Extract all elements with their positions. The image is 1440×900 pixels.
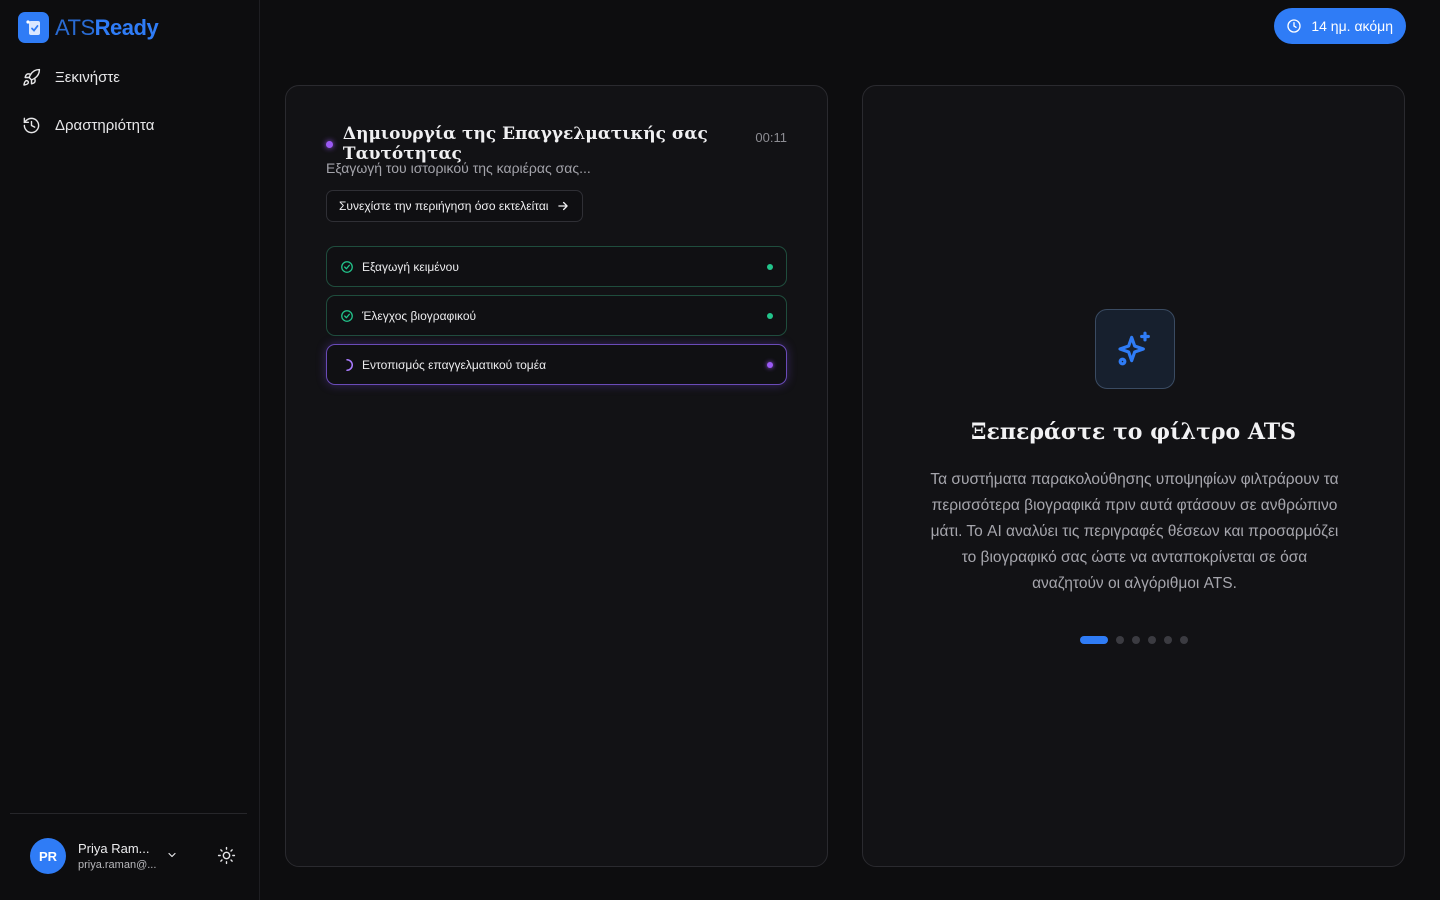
sidebar-divider [10,813,247,814]
pager-dot[interactable] [1115,636,1124,644]
processing-card: Δημιουργία της Επαγγελματικής σας Ταυτότ… [285,85,828,867]
pager-dot[interactable] [1147,636,1156,644]
pager-dot[interactable] [1179,636,1188,644]
carousel-pager [863,636,1404,644]
sidebar: ATSReady Ξεκινήστε Δραστηριότητα PR Priy… [0,0,260,900]
user-name: Priya Ram... [78,841,150,856]
feature-icon-box [1095,309,1175,389]
task-subtitle: Εξαγωγή του ιστορικού της καριέρας σας..… [326,160,591,176]
task-title: Δημιουργία της Επαγγελματικής σας Ταυτότ… [342,124,708,164]
brand-logo[interactable]: ATSReady [18,12,159,43]
feature-card: Ξεπεράστε το φίλτρο ATS Τα συστήματα παρ… [862,85,1405,867]
step-status-dot [767,263,773,270]
rocket-icon [23,68,41,86]
step-label: Εξαγωγή κειμένου [362,259,459,274]
feature-title: Ξεπεράστε το φίλτρο ATS [971,419,1296,445]
feature-description: Τα συστήματα παρακολούθησης υποψηφίων φι… [930,471,1339,592]
elapsed-timer: 00:11 [755,130,787,145]
spinner-icon [346,358,353,371]
step-extract-text: Εξαγωγή κειμένου [326,246,787,287]
pager-dot[interactable] [1131,636,1140,644]
user-email: priya.raman@... [78,859,157,871]
sidebar-item-label: Δραστηριότητα [55,117,155,134]
check-circle-icon [341,309,353,322]
step-label: Εντοπισμός επαγγελματικού τομέα [362,357,547,372]
user-menu[interactable]: PR Priya Ram... priya.raman@... [30,838,158,874]
step-status-dot [767,361,773,368]
check-circle-icon [341,260,353,273]
avatar: PR [30,838,66,874]
task-header: Δημιουργία της Επαγγελματικής σας Ταυτότ… [326,124,827,164]
step-status-dot [767,312,773,319]
clock-icon [1287,19,1302,33]
history-icon [23,117,40,134]
chevron-down-icon[interactable] [166,849,178,861]
continue-browsing-button[interactable]: Συνεχίστε την περιήγηση όσο εκτελείται [326,190,584,222]
brand-name: ATSReady [55,14,159,40]
continue-label: Συνεχίστε την περιήγηση όσο εκτελείται [339,199,549,213]
logo-icon [18,12,49,43]
trial-label: 14 ημ. ακόμη [1311,18,1393,34]
sidebar-item-label: Ξεκινήστε [55,69,120,86]
pager-dot[interactable] [1079,636,1108,644]
sidebar-item-activity[interactable]: Δραστηριότητα [22,116,154,135]
step-resume-check: Έλεγχος βιογραφικού [326,295,787,336]
status-dot [326,140,333,148]
sidebar-item-start[interactable]: Ξεκινήστε [22,68,120,87]
theme-toggle-sun-icon[interactable] [217,846,236,865]
trial-remaining-button[interactable]: 14 ημ. ακόμη [1274,8,1406,44]
step-detect-sector: Εντοπισμός επαγγελματικού τομέα [326,344,787,385]
sparkles-icon [1118,331,1150,366]
pager-dot[interactable] [1163,636,1172,644]
arrow-right-icon [558,201,569,211]
step-label: Έλεγχος βιογραφικού [362,308,477,323]
